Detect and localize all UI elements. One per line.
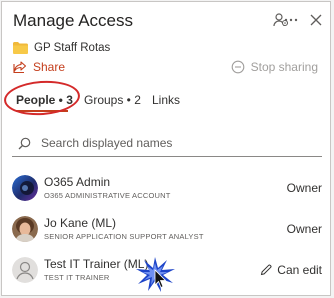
stop-sharing-button[interactable]: Stop sharing	[231, 58, 318, 76]
share-icon	[13, 61, 27, 74]
person-name: Test IT Trainer (ML)	[44, 257, 149, 271]
permission-role[interactable]: Owner	[287, 222, 322, 236]
person-subtitle: TEST IT TRAINER	[44, 273, 110, 282]
search-input[interactable]	[39, 135, 303, 151]
manage-access-panel: Manage Access GP Staff Rotas Share Stop …	[1, 1, 331, 296]
avatar	[12, 216, 38, 242]
person-row[interactable]: Jo Kane (ML) SENIOR APPLICATION SUPPORT …	[2, 214, 330, 248]
person-name: Jo Kane (ML)	[44, 216, 117, 230]
folder-icon	[13, 42, 28, 54]
highlight-circle	[2, 78, 82, 118]
more-options-icon[interactable]	[281, 11, 301, 29]
avatar	[12, 257, 38, 283]
stop-sharing-icon	[231, 60, 244, 74]
click-highlight-icon	[136, 257, 175, 292]
person-name: O365 Admin	[44, 175, 111, 189]
panel-title: Manage Access	[13, 11, 134, 30]
shared-item-name: GP Staff Rotas	[34, 42, 111, 54]
shared-item: GP Staff Rotas	[13, 40, 110, 56]
person-subtitle: O365 ADMINISTRATIVE ACCOUNT	[44, 191, 171, 200]
share-label: Share	[33, 60, 66, 74]
close-icon[interactable]	[307, 11, 325, 29]
permission-role[interactable]: Can edit	[260, 263, 322, 277]
share-button[interactable]: Share	[13, 58, 65, 76]
tab-links[interactable]: Links	[152, 92, 180, 108]
search-icon	[18, 137, 31, 149]
tab-groups[interactable]: Groups • 2	[84, 92, 141, 108]
permission-role[interactable]: Owner	[287, 181, 322, 195]
person-row[interactable]: O365 Admin O365 ADMINISTRATIVE ACCOUNT O…	[2, 173, 330, 207]
pencil-icon	[261, 264, 272, 276]
search-box[interactable]	[12, 130, 322, 157]
avatar	[12, 175, 38, 201]
person-subtitle: SENIOR APPLICATION SUPPORT ANALYST	[44, 232, 204, 241]
stop-sharing-label: Stop sharing	[250, 60, 318, 74]
